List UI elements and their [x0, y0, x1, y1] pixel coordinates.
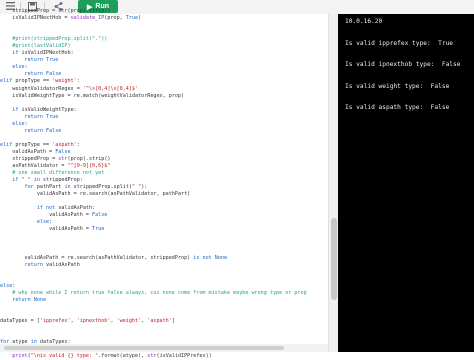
code-line: else: [36, 219, 53, 226]
code-line: strippedProp = str(prop).strip() [12, 155, 111, 162]
code-line: else: [12, 64, 28, 71]
code-line: # why none while I return true false alw… [12, 289, 307, 296]
scroll-thumb[interactable] [4, 346, 284, 350]
code-line: validAsPath = re.search(asPathValidator,… [24, 254, 228, 261]
code-line: dataTypes = ['ipprefex', 'ipnexthob', 'w… [0, 318, 175, 325]
code-line: if isValidWeightType: [12, 106, 77, 113]
code-line: print("\nis valid {} type: ".format(atyp… [12, 353, 212, 360]
output-line: Is valid ipnexthob type: False [345, 61, 461, 69]
code-line: return False [24, 127, 62, 134]
code-line: isValidWeightType = re.match(weightValid… [12, 92, 185, 99]
code-line: # one small difference not yet [12, 170, 105, 177]
editor-horizontal-scrollbar[interactable] [0, 344, 328, 352]
code-line: asPathValidator = "^[0-9]{0,6}$" [12, 163, 111, 170]
code-line: #print(strippedProp.split(".")) [12, 36, 108, 43]
scroll-thumb[interactable] [331, 218, 337, 300]
code-line: isValidIPNextHob = validate_IP(prop, Tru… [12, 15, 142, 22]
code-line: return True [24, 57, 59, 64]
code-line: return False [24, 71, 62, 78]
output-line: Is valid weight type: False [345, 82, 450, 90]
code-line: if isValidIPNextHob: [12, 50, 74, 57]
code-line: for pathPart in strippedProp.split(" "): [24, 184, 148, 191]
code-line: validAsPath = False [12, 148, 71, 155]
code-line: elif propType == 'weight': [0, 78, 80, 85]
code-line: return validAsPath [24, 261, 80, 268]
output-console: 10.0.16.20 Is valid ipprefex type: True Is… [338, 14, 474, 352]
code-line: else: [0, 282, 16, 289]
code-line: if not validAsPath: [36, 205, 96, 212]
code-line: return True [24, 113, 59, 120]
output-line: 10.0.16.20 [345, 18, 383, 25]
code-line: #print(lastValidIP) [12, 43, 71, 50]
output-line: Is valid aspath type: False [345, 104, 450, 112]
code-line: weightValidatorRegex = '^\s[0,4]\s[0,4]$… [12, 85, 139, 92]
code-line: return None [12, 296, 47, 303]
output-line: Is valid ipprefex type: True [345, 39, 454, 47]
code-line: strippedProp = str(prop).strip() [12, 8, 111, 14]
code-line: if " " in strippedProp: [12, 177, 83, 184]
code-line: validAsPath = re.search(asPathValidator,… [36, 191, 191, 198]
code-content[interactable]: strippedProp = str(prop).strip() isValid… [0, 8, 307, 360]
code-editor[interactable]: strippedProp = str(prop).strip() isValid… [0, 8, 328, 359]
code-line: validAsPath = True [49, 226, 105, 233]
code-line: else: [12, 120, 28, 127]
code-line: elif propType == 'aspath': [0, 141, 80, 148]
code-line: validAsPath = False [49, 212, 108, 219]
